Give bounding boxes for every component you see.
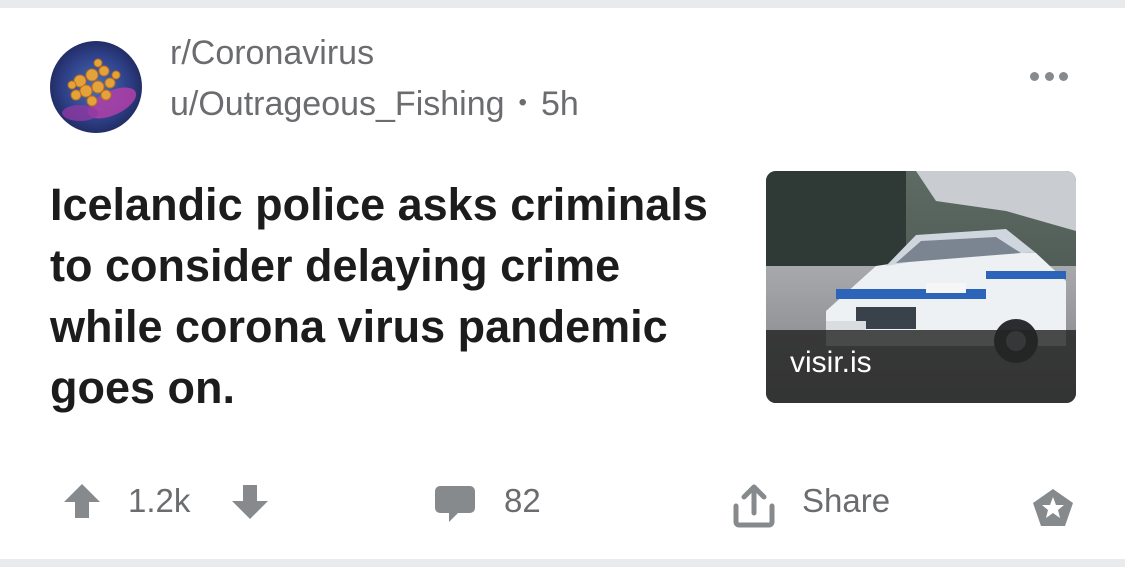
more-options-button[interactable] [1030,68,1068,84]
comment-icon[interactable] [434,484,476,524]
more-dot-icon [1059,71,1068,81]
meta-separator: • [518,88,527,116]
vote-score: 1.2k [128,482,191,519]
arrow-down-icon[interactable] [230,483,270,521]
post-actions-bar: 1.2k 82 Share [0,470,1125,530]
author-name[interactable]: u/Outrageous_Fishing [170,85,505,124]
comment-count[interactable]: 82 [504,482,541,520]
thumbnail-domain-overlay: visir.is [766,330,1076,403]
virus-image-icon [50,41,142,133]
share-button[interactable]: Share [802,482,890,520]
link-domain: visir.is [790,346,872,379]
subreddit-name[interactable]: r/Coronavirus [170,34,374,73]
award-icon[interactable] [1030,486,1076,530]
post-age: 5h [540,85,579,123]
subreddit-avatar[interactable] [50,41,142,133]
post-card[interactable]: r/Coronavirus u/Outrageous_Fishing • 5h … [0,8,1125,559]
post-meta: u/Outrageous_Fishing • 5h [170,85,579,124]
more-dot-icon [1044,71,1054,81]
post-thumbnail[interactable]: visir.is [766,171,1076,403]
arrow-up-icon[interactable] [62,482,102,520]
share-icon[interactable] [731,484,777,528]
more-dot-icon [1030,71,1039,81]
post-title[interactable]: Icelandic police asks criminals to consi… [50,174,740,418]
